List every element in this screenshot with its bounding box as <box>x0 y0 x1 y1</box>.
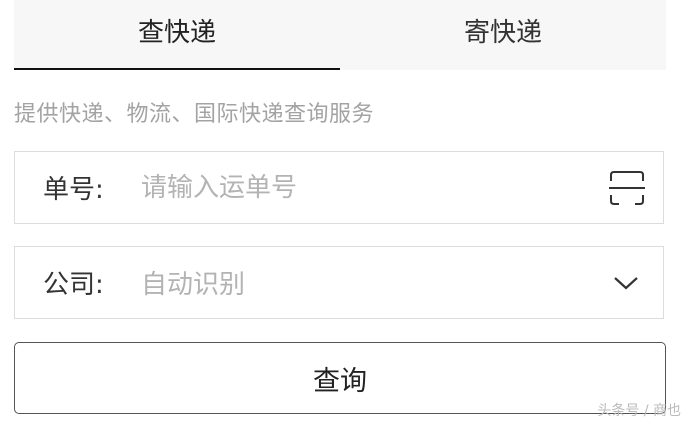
chevron-down-icon[interactable] <box>613 274 639 292</box>
company-label: 公司: <box>43 270 104 300</box>
express-query-page: 查快递 寄快递 提供快递、物流、国际快递查询服务 单号: 公司: 自动识别 查询… <box>0 0 689 423</box>
tracking-number-input[interactable] <box>141 167 609 208</box>
scan-icon[interactable] <box>609 170 645 206</box>
watermark: 头条号 / 商也 <box>597 403 681 419</box>
tab-query-express[interactable]: 查快递 <box>14 0 340 70</box>
tab-send-express[interactable]: 寄快递 <box>340 0 666 70</box>
company-selected-value: 自动识别 <box>141 270 246 300</box>
query-button[interactable]: 查询 <box>14 342 666 414</box>
tab-query-express-label: 查快递 <box>137 17 216 48</box>
tracking-number-field[interactable]: 单号: <box>14 151 664 224</box>
active-tab-indicator <box>14 68 340 70</box>
tab-bar: 查快递 寄快递 <box>14 0 666 70</box>
service-description: 提供快递、物流、国际快递查询服务 <box>14 102 375 127</box>
company-select[interactable]: 公司: 自动识别 <box>14 246 664 319</box>
tab-send-express-label: 寄快递 <box>463 17 542 48</box>
tracking-number-label: 单号: <box>43 175 104 205</box>
